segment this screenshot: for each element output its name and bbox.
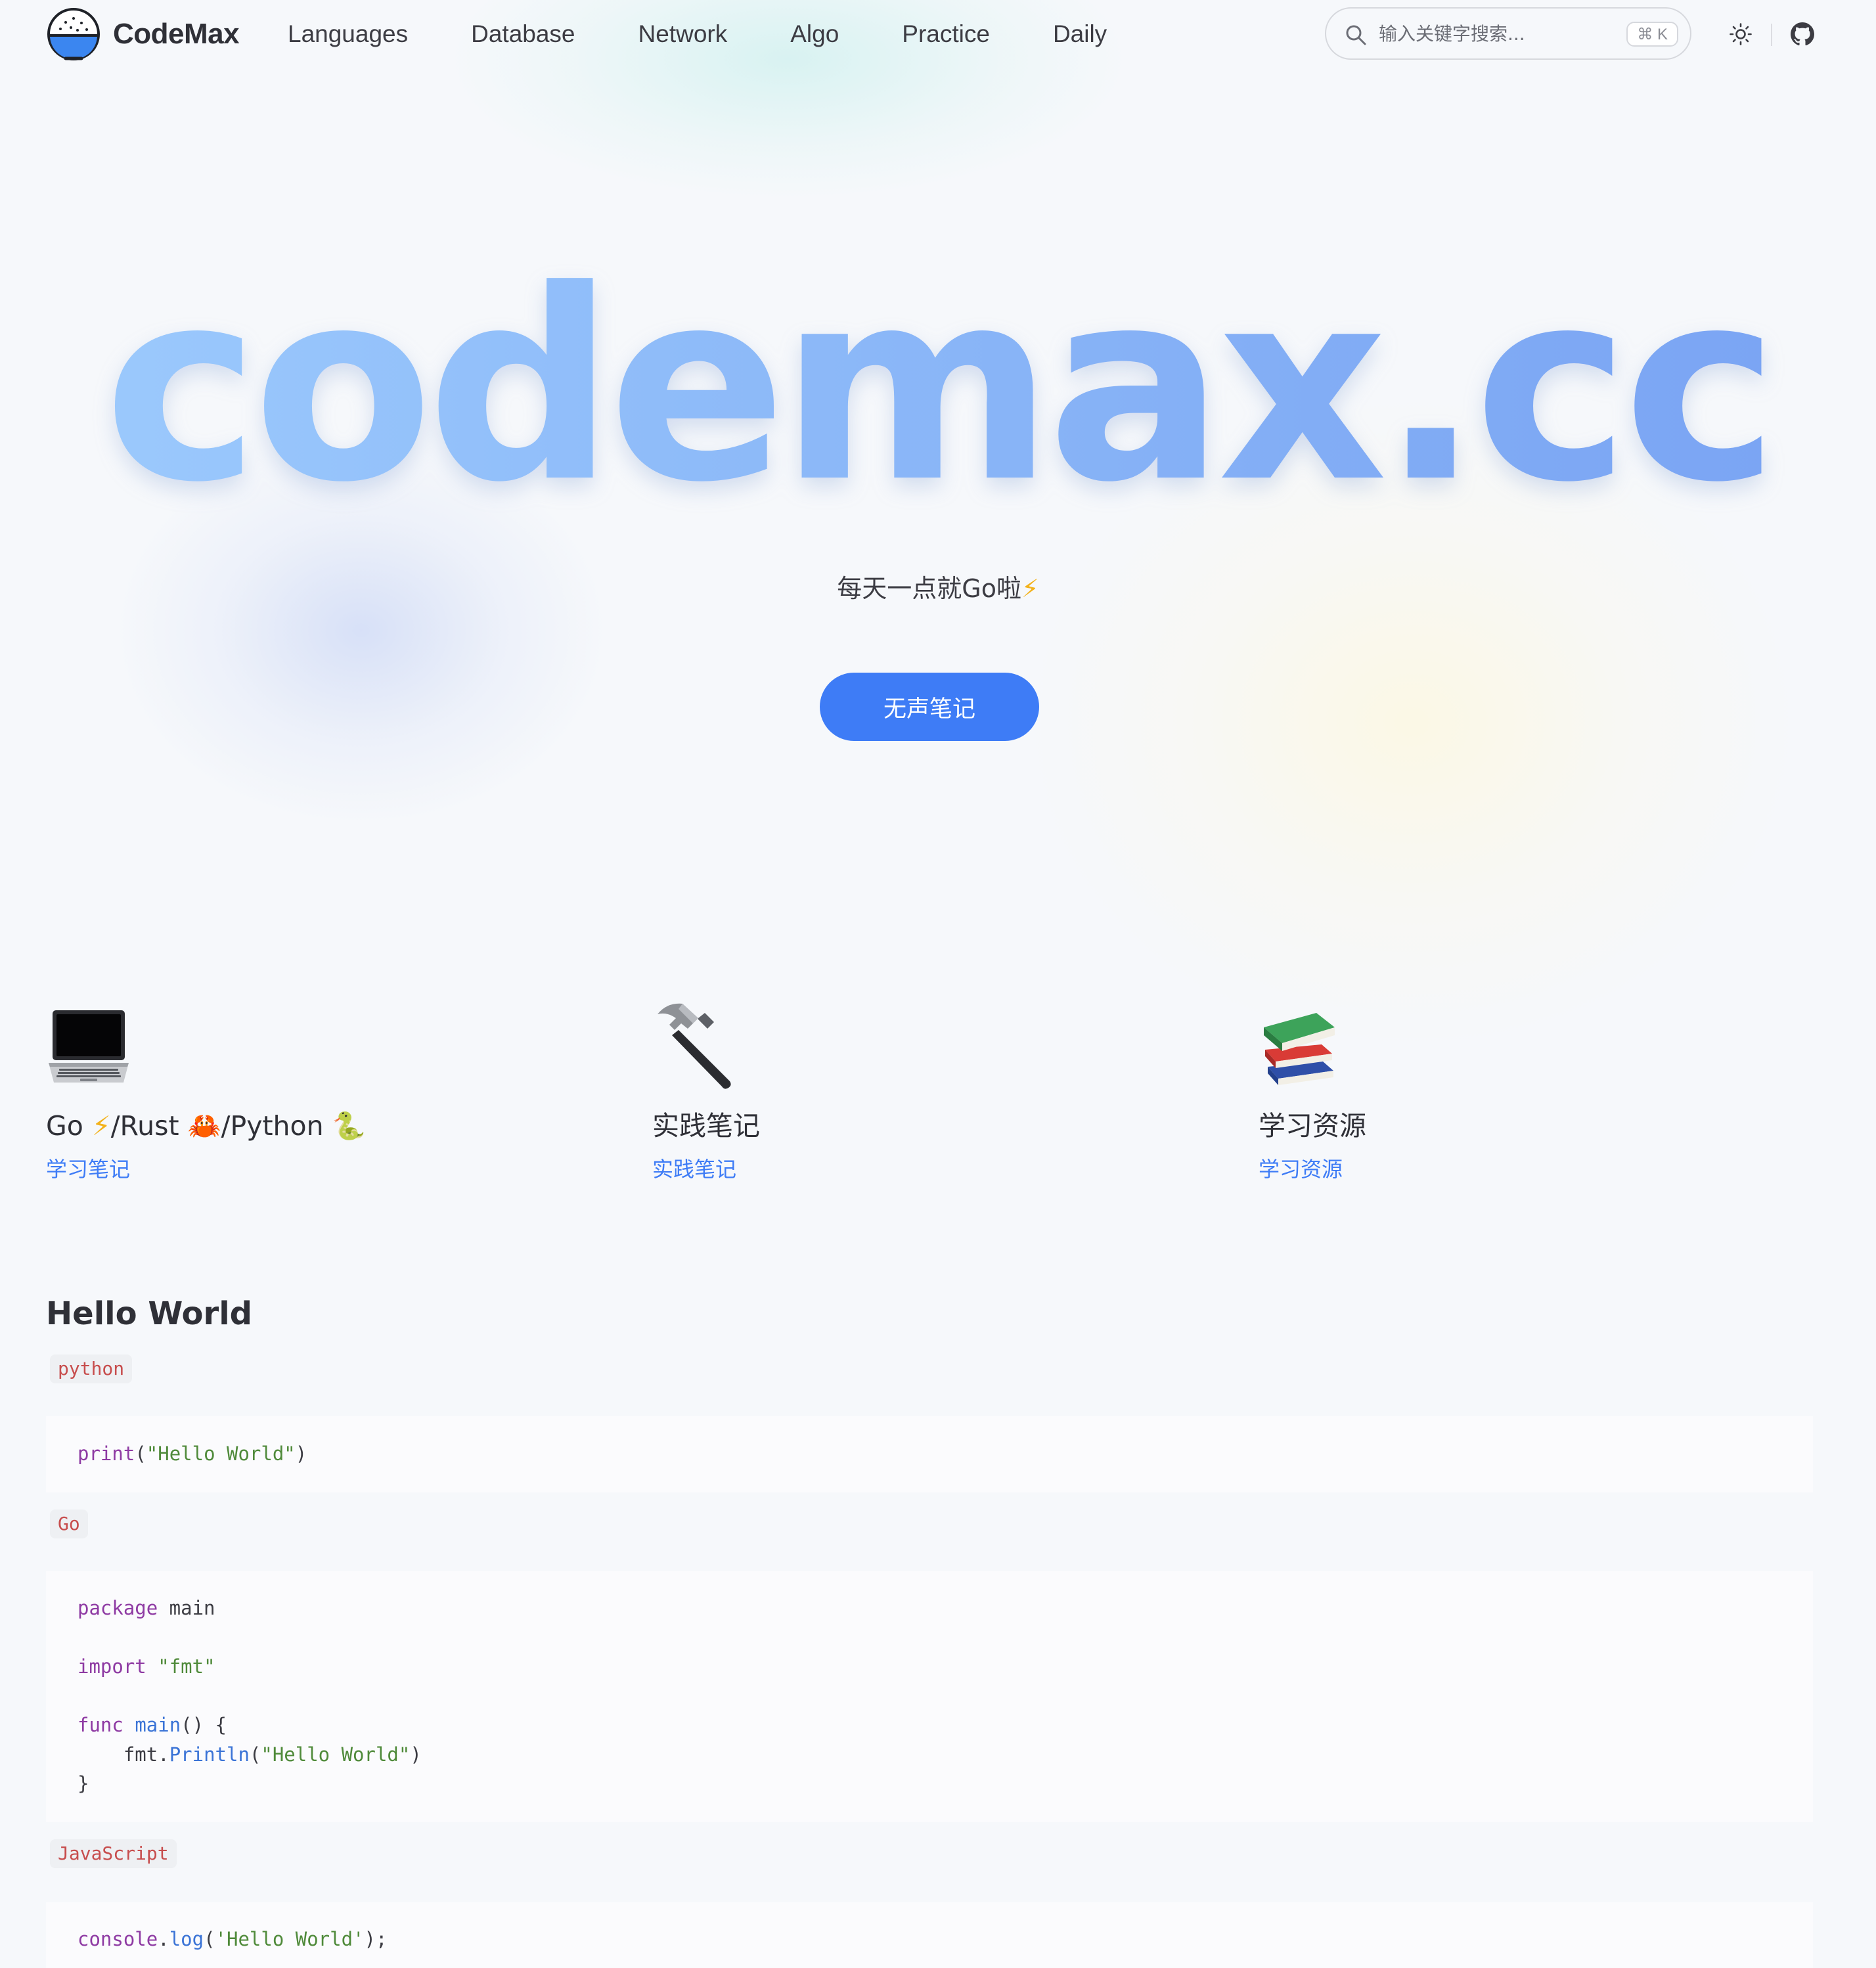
lightning-emoji: ⚡ bbox=[1021, 574, 1039, 603]
hero-title: codemax.cc bbox=[0, 243, 1876, 532]
github-link[interactable] bbox=[1785, 17, 1820, 51]
books-icon bbox=[1264, 1013, 1335, 1085]
feature-card-practice: 实践笔记 实践笔记 bbox=[652, 998, 1191, 1184]
feature-title-resources: 学习资源 bbox=[1259, 1110, 1366, 1142]
code-lang-tag-javascript: JavaScript bbox=[50, 1839, 177, 1868]
feature-title-go: Go bbox=[46, 1110, 92, 1142]
top-navbar: CodeMax Languages Database Network Algo … bbox=[0, 0, 1876, 68]
feature-title-rust: /Rust bbox=[110, 1110, 188, 1142]
sun-icon bbox=[1730, 23, 1752, 45]
feature-title-python: /Python bbox=[221, 1110, 332, 1142]
snake-emoji: 🐍 bbox=[332, 1110, 366, 1142]
hero-tagline: 每天一点就Go啦⚡ bbox=[0, 570, 1876, 607]
code-line: func main() { bbox=[78, 1714, 227, 1736]
search-icon bbox=[1346, 25, 1366, 45]
primary-nav: Languages Database Network Algo Practice… bbox=[288, 16, 1170, 53]
code-block-go: package main import "fmt" func main() { … bbox=[46, 1571, 1813, 1822]
code-line: package main bbox=[78, 1597, 215, 1619]
search-box[interactable]: ⌘ K bbox=[1325, 7, 1691, 60]
section-heading-hello-world: Hello World bbox=[46, 1295, 253, 1332]
search-input[interactable] bbox=[1379, 18, 1615, 49]
lightning-emoji: ⚡ bbox=[91, 1110, 111, 1142]
nav-link-algo[interactable]: Algo bbox=[790, 16, 839, 53]
hero-tagline-text: 每天一点就Go啦 bbox=[837, 574, 1021, 603]
nav-link-languages[interactable]: Languages bbox=[288, 16, 408, 53]
github-icon bbox=[1791, 22, 1814, 46]
feature-link-study-notes[interactable]: 学习笔记 bbox=[46, 1155, 130, 1184]
code-block-javascript: console.log('Hello World'); bbox=[46, 1902, 1813, 1968]
feature-card-resources: 学习资源 学习资源 bbox=[1259, 998, 1797, 1184]
rice-bowl-logo-icon bbox=[47, 8, 100, 60]
theme-toggle-button[interactable] bbox=[1724, 17, 1758, 51]
brand-home-link[interactable]: CodeMax bbox=[46, 5, 240, 63]
code-line: import "fmt" bbox=[78, 1655, 215, 1678]
code-block-python: print("Hello World") bbox=[46, 1416, 1813, 1492]
nav-link-database[interactable]: Database bbox=[471, 16, 575, 53]
search-shortcut-badge: ⌘ K bbox=[1626, 22, 1678, 47]
nav-divider bbox=[1771, 24, 1772, 46]
feature-title-practice: 实践笔记 bbox=[652, 1110, 760, 1142]
code-line: } bbox=[78, 1772, 89, 1795]
feature-card-languages: Go ⚡/Rust 🦀/Python 🐍 学习笔记 bbox=[46, 998, 585, 1184]
crab-emoji: 🦀 bbox=[187, 1110, 221, 1142]
code-line: console.log('Hello World'); bbox=[78, 1928, 388, 1950]
brand-name: CodeMax bbox=[113, 18, 240, 50]
feature-title-languages: Go ⚡/Rust 🦀/Python 🐍 bbox=[46, 1107, 585, 1144]
laptop-icon bbox=[49, 1010, 129, 1083]
code-lang-tag-python: python bbox=[50, 1354, 133, 1383]
hammer-icon bbox=[658, 1003, 731, 1089]
code-line: fmt.Println("Hello World") bbox=[78, 1743, 422, 1766]
hero-cta-button[interactable]: 无声笔记 bbox=[820, 673, 1039, 741]
feature-link-practice-notes[interactable]: 实践笔记 bbox=[652, 1155, 736, 1184]
code-line: print("Hello World") bbox=[78, 1442, 307, 1465]
nav-link-practice[interactable]: Practice bbox=[902, 16, 990, 53]
nav-link-network[interactable]: Network bbox=[638, 16, 728, 53]
nav-link-daily[interactable]: Daily bbox=[1053, 16, 1107, 53]
feature-link-learning-resources[interactable]: 学习资源 bbox=[1259, 1155, 1343, 1184]
code-lang-tag-go: Go bbox=[50, 1510, 88, 1538]
